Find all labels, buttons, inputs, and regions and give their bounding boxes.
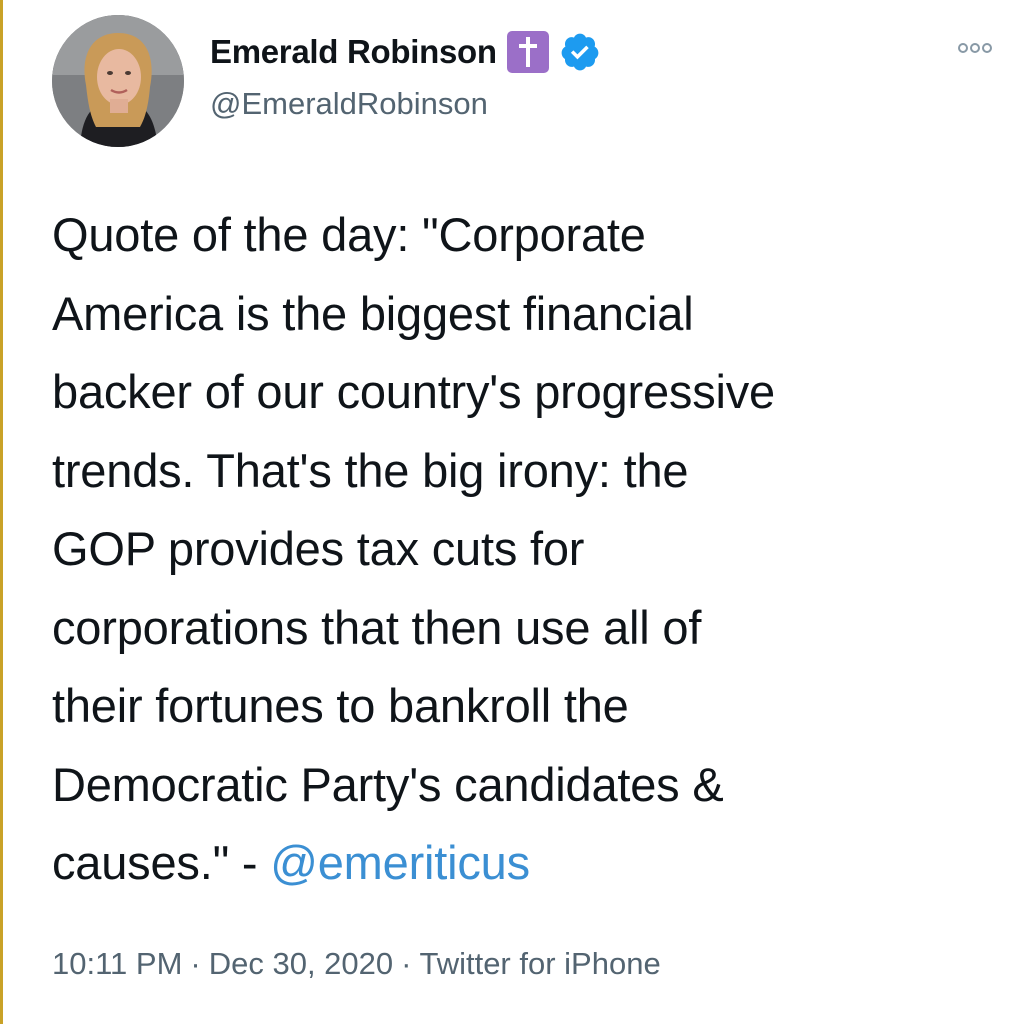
tweet-text-line: GOP provides tax cuts for	[52, 522, 585, 575]
tweet-text-line: America is the biggest financial	[52, 286, 694, 340]
tweet-text-line: Quote of the day: "Corporate	[52, 208, 646, 261]
meta-separator: ·	[190, 946, 201, 981]
tweet-date[interactable]: Dec 30, 2020	[209, 946, 393, 981]
avatar-image	[52, 15, 184, 147]
tweet-metadata: 10:11 PM · Dec 30, 2020 · Twitter for iPhone	[52, 946, 661, 982]
author-display-name[interactable]: Emerald Robinson	[210, 33, 497, 71]
tweet-text-line: their fortunes to bankroll the	[52, 679, 629, 732]
author-handle[interactable]: @EmeraldRobinson	[210, 86, 488, 122]
tweet-time[interactable]: 10:11 PM	[52, 946, 182, 981]
tweet-source[interactable]: Twitter for iPhone	[419, 946, 660, 981]
verified-icon	[561, 33, 599, 71]
avatar[interactable]	[52, 15, 184, 147]
cross-icon	[506, 31, 549, 73]
meta-separator: ·	[401, 946, 412, 981]
tweet: Emerald Robinson @EmeraldRobinson Quote …	[0, 0, 1009, 1024]
tweet-text-line: corporations that then use all of	[52, 600, 702, 654]
more-options-icon[interactable]	[955, 38, 995, 58]
author-name-row: Emerald Robinson	[210, 30, 601, 74]
tweet-text: Quote of the day: "Corporate America is …	[52, 196, 1002, 903]
tweet-text-line: Democratic Party's candidates &	[52, 757, 724, 811]
tweet-text-last-prefix: causes." -	[52, 836, 271, 889]
mention-link[interactable]: @emeriticus	[270, 836, 530, 889]
tweet-text-line: backer of our country's progressive	[52, 365, 775, 418]
tweet-text-line: trends. That's the big irony: the	[52, 443, 689, 497]
tweet-text-last-line: causes." - @emeriticus	[52, 824, 1002, 903]
